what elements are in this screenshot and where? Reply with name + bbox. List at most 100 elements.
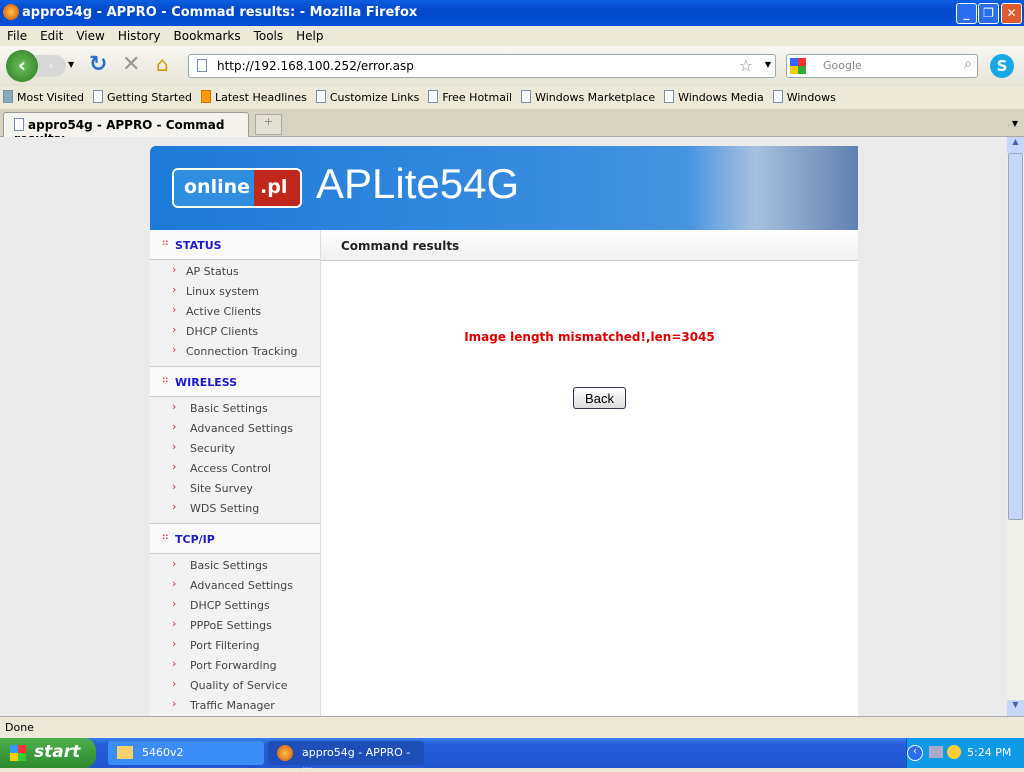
sidebar-item-basic-settings[interactable]: Basic Settings	[150, 556, 320, 576]
menu-history[interactable]: History	[111, 26, 167, 43]
home-icon[interactable]: ⌂	[156, 52, 169, 76]
menu-edit[interactable]: Edit	[33, 26, 69, 43]
window-title: appro54g - APPRO - Commad results: - Moz…	[22, 5, 418, 20]
sidebar-item-quality-of-service[interactable]: Quality of Service	[150, 676, 320, 696]
tab-active[interactable]: appro54g - APPRO - Commad results:	[3, 112, 249, 146]
close-button[interactable]: ✕	[1001, 3, 1022, 24]
clock: 5:24 PM	[967, 746, 1012, 759]
sidebar-item-advanced-settings[interactable]: Advanced Settings	[150, 576, 320, 596]
antenna-tower-image	[688, 146, 858, 230]
menu-file[interactable]: File	[0, 26, 33, 43]
sidebar-item-port-forwarding[interactable]: Port Forwarding	[150, 656, 320, 676]
search-input[interactable]: Google ⌕	[786, 54, 978, 78]
page-icon	[92, 90, 103, 103]
new-tab-button[interactable]: +	[255, 114, 282, 135]
scrollbar-thumb[interactable]	[1008, 153, 1023, 520]
sidebar-item-connection-tracking[interactable]: Connection Tracking	[150, 342, 320, 362]
sidebar-section-wireless[interactable]: WIRELESS	[150, 367, 320, 397]
rss-icon	[201, 90, 211, 103]
menu-help[interactable]: Help	[289, 26, 329, 43]
menu-tools[interactable]: Tools	[247, 26, 290, 43]
product-name: APLite54G	[316, 160, 520, 207]
sidebar-item-linux-system[interactable]: Linux system	[150, 282, 320, 302]
sidebar: STATUSAP StatusLinux systemActive Client…	[150, 230, 321, 751]
bookmark-windows-marketplace[interactable]: Windows Marketplace	[518, 86, 661, 104]
windows-logo-icon	[10, 745, 26, 761]
page-icon	[521, 90, 532, 103]
menu-bar: File Edit View History Bookmarks Tools Help	[0, 26, 1024, 46]
status-bar: Done	[0, 716, 1024, 738]
system-tray: ‹ 5:24 PM	[906, 738, 1024, 768]
page-icon	[197, 59, 207, 72]
bookmark-latest-headlines[interactable]: Latest Headlines	[198, 86, 313, 104]
page-icon	[772, 90, 783, 103]
page-icon	[14, 118, 24, 131]
panel-header: Command results	[321, 230, 858, 261]
sidebar-item-site-survey[interactable]: Site Survey	[150, 479, 320, 499]
firefox-icon	[3, 4, 19, 20]
forward-button[interactable]: ›	[36, 55, 66, 77]
url-bar[interactable]: http://192.168.100.252/error.asp ☆ ▼	[188, 54, 776, 78]
firefox-icon	[277, 745, 293, 761]
sidebar-item-dhcp-settings[interactable]: DHCP Settings	[150, 596, 320, 616]
sidebar-item-basic-settings[interactable]: Basic Settings	[150, 399, 320, 419]
sidebar-section-status[interactable]: STATUS	[150, 230, 320, 260]
bookmark-getting-started[interactable]: Getting Started	[90, 86, 198, 104]
bookmark-customize-links[interactable]: Customize Links	[313, 86, 426, 104]
bookmark-free-hotmail[interactable]: Free Hotmail	[425, 86, 518, 104]
bookmark-star-icon[interactable]: ☆	[739, 56, 753, 75]
maximize-button[interactable]: ❐	[978, 3, 999, 24]
title-bar: appro54g - APPRO - Commad results: - Moz…	[0, 0, 1024, 26]
bookmarks-toolbar: Most Visited Getting Started Latest Headli…	[0, 86, 1024, 108]
sidebar-group: Basic SettingsAdvanced SettingsSecurityA…	[150, 397, 320, 524]
sidebar-item-dhcp-clients[interactable]: DHCP Clients	[150, 322, 320, 342]
sidebar-group: Basic SettingsAdvanced SettingsDHCP Sett…	[150, 554, 320, 721]
bookmark-windows-media[interactable]: Windows Media	[661, 86, 770, 104]
main-panel: Command results Image length mismatched!…	[321, 230, 858, 716]
page-icon	[315, 90, 326, 103]
taskbar-item-folder[interactable]: 5460v2	[108, 741, 264, 765]
sidebar-group: AP StatusLinux systemActive ClientsDHCP …	[150, 260, 320, 367]
folder-icon	[117, 746, 133, 759]
sidebar-item-active-clients[interactable]: Active Clients	[150, 302, 320, 322]
taskbar-item-firefox[interactable]: appro54g - APPRO - ...	[268, 741, 424, 772]
banner: online .pl APLite54G	[150, 146, 858, 230]
network-icon[interactable]	[929, 746, 943, 758]
google-icon	[790, 58, 806, 74]
url-text: http://192.168.100.252/error.asp	[217, 59, 414, 73]
tray-app-icon[interactable]	[947, 745, 961, 759]
menu-bookmarks[interactable]: Bookmarks	[167, 26, 247, 43]
tray-expand-icon[interactable]: ‹	[907, 745, 923, 761]
online-pl-logo: online .pl	[172, 168, 302, 208]
page-icon	[664, 90, 675, 103]
scroll-down-icon[interactable]: ▼	[1007, 700, 1024, 716]
skype-icon[interactable]: S	[990, 54, 1014, 78]
sidebar-section-tcpip[interactable]: TCP/IP	[150, 524, 320, 554]
sidebar-item-advanced-settings[interactable]: Advanced Settings	[150, 419, 320, 439]
most-visited-icon	[3, 90, 13, 103]
tab-list-icon[interactable]: ▼	[1006, 114, 1024, 135]
sidebar-item-port-filtering[interactable]: Port Filtering	[150, 636, 320, 656]
error-message: Image length mismatched!,len=3045	[464, 330, 715, 344]
sidebar-item-security[interactable]: Security	[150, 439, 320, 459]
sidebar-item-wds-setting[interactable]: WDS Setting	[150, 499, 320, 519]
search-placeholder: Google	[823, 59, 862, 72]
minimize-button[interactable]: _	[956, 3, 977, 24]
search-icon[interactable]: ⌕	[964, 56, 972, 72]
url-dropdown-icon[interactable]: ▼	[765, 60, 771, 69]
sidebar-item-traffic-manager[interactable]: Traffic Manager	[150, 696, 320, 716]
bookmark-most-visited[interactable]: Most Visited	[0, 86, 90, 104]
back-page-button[interactable]: Back	[573, 387, 626, 409]
back-button[interactable]: ‹	[6, 50, 38, 82]
bookmark-windows[interactable]: Windows	[770, 86, 842, 104]
sidebar-item-pppoe-settings[interactable]: PPPoE Settings	[150, 616, 320, 636]
stop-icon[interactable]: ✕	[122, 52, 140, 77]
history-dropdown-icon[interactable]: ▼	[68, 60, 74, 69]
reload-icon[interactable]: ↻	[89, 52, 107, 77]
sidebar-item-ap-status[interactable]: AP Status	[150, 262, 320, 282]
start-button[interactable]: start	[0, 738, 96, 768]
menu-view[interactable]: View	[69, 26, 110, 43]
sidebar-item-access-control[interactable]: Access Control	[150, 459, 320, 479]
page-icon	[428, 90, 439, 103]
scroll-up-icon[interactable]: ▲	[1007, 137, 1024, 153]
